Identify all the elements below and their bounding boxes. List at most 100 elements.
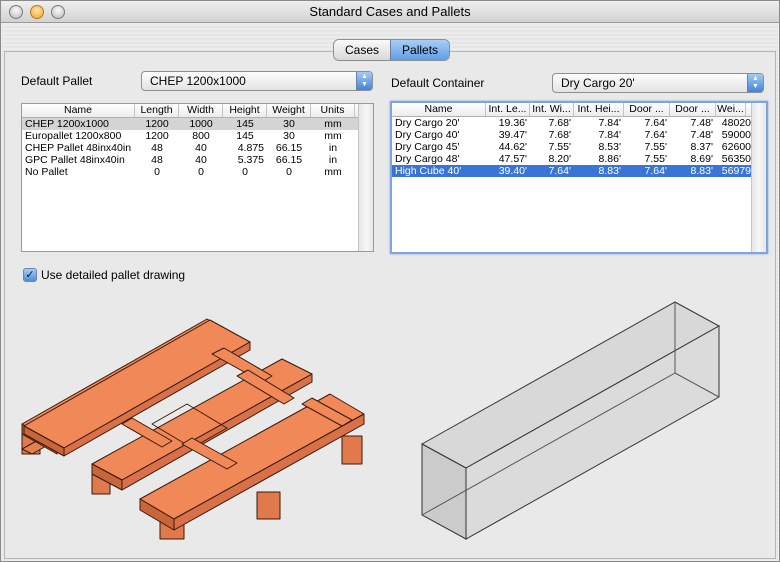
cell-height: 0 (242, 166, 248, 178)
app-window: Standard Cases and Pallets Cases Pallets… (0, 0, 780, 562)
cell-name: Dry Cargo 20' (395, 117, 460, 129)
pallet-table[interactable]: Name Length Width Height Weight Units CH… (21, 103, 374, 252)
container-table-scrollbar[interactable] (751, 103, 766, 252)
default-pallet-popup[interactable]: CHEP 1200x1000 ▲ ▼ (141, 71, 373, 91)
default-container-popup[interactable]: Dry Cargo 20' ▲ ▼ (552, 73, 764, 93)
cell-name: CHEP Pallet 48inx40in (25, 142, 132, 154)
container-drawing (420, 301, 721, 540)
window-body: Cases Pallets Default Pallet CHEP 1200x1… (2, 24, 778, 561)
cell-int-height: 7.84' (598, 129, 621, 141)
popup-arrows-icon: ▲ ▼ (747, 74, 763, 92)
cell-int-length: 44.62' (498, 141, 527, 153)
cell-door-width: 7.64' (644, 129, 667, 141)
cell-length: 1200 (145, 118, 169, 130)
title-bar: Standard Cases and Pallets (1, 1, 779, 23)
zoom-window-button[interactable] (51, 5, 65, 19)
cell-length: 0 (154, 166, 160, 178)
cell-name: Dry Cargo 48' (395, 153, 460, 165)
pallet-col-length[interactable]: Length (135, 104, 179, 117)
cell-door-height: 7.48' (690, 117, 713, 129)
cell-door-width: 7.55' (644, 153, 667, 165)
table-row[interactable]: CHEP 1200x1000 1200 1000 145 30 mm (22, 118, 373, 130)
close-window-button[interactable] (9, 5, 23, 19)
container-col-weight[interactable]: Wei... (716, 103, 746, 116)
cell-int-width: 7.64' (548, 165, 571, 177)
container-col-int-length[interactable]: Int. Le... (486, 103, 530, 116)
cell-weight: 66.15 (275, 154, 303, 166)
cell-weight: 48020 (721, 117, 751, 129)
detailed-drawing-label: Use detailed pallet drawing (41, 268, 186, 282)
container-col-door-width[interactable]: Door ... (624, 103, 670, 116)
cell-door-width: 7.55' (644, 141, 667, 153)
cell-name: CHEP 1200x1000 (25, 118, 109, 130)
table-row[interactable]: Dry Cargo 20' 19.36' 7.68' 7.84' 7.64' 7… (392, 117, 766, 129)
cell-int-height: 8.53' (598, 141, 621, 153)
table-row[interactable]: High Cube 40' 39.40' 7.64' 8.83' 7.64' 8… (392, 165, 766, 177)
cell-int-length: 39.47' (498, 129, 527, 141)
checkmark-icon: ✓ (25, 269, 35, 281)
container-col-int-width[interactable]: Int. Wi... (530, 103, 574, 116)
container-col-door-height[interactable]: Door ... (670, 103, 716, 116)
pallet-table-header: Name Length Width Height Weight Units (22, 104, 373, 118)
detailed-drawing-checkbox[interactable]: ✓ (23, 268, 37, 282)
cell-int-width: 8.20' (548, 153, 571, 165)
cell-name: No Pallet (25, 166, 68, 178)
default-pallet-label: Default Pallet (21, 74, 93, 88)
cell-width: 800 (192, 130, 210, 142)
cell-width: 0 (198, 166, 204, 178)
tab-cases[interactable]: Cases (334, 40, 391, 60)
cell-weight: 30 (283, 118, 295, 130)
window-title: Standard Cases and Pallets (309, 4, 471, 19)
pallet-col-units[interactable]: Units (311, 104, 355, 117)
cell-int-height: 7.84' (598, 117, 621, 129)
cell-units: mm (324, 166, 342, 178)
cell-length: 1200 (145, 130, 169, 142)
cell-units: in (328, 142, 338, 154)
table-row[interactable]: Dry Cargo 48' 47.57' 8.20' 8.86' 7.55' 8… (392, 153, 766, 165)
cell-int-width: 7.68' (548, 129, 571, 141)
pallet-drawing (21, 318, 365, 540)
cell-name: Dry Cargo 40' (395, 129, 460, 141)
cell-width: 1000 (189, 118, 213, 130)
table-row[interactable]: Dry Cargo 40' 39.47' 7.68' 7.84' 7.64' 7… (392, 129, 766, 141)
table-row[interactable]: CHEP Pallet 48inx40in 48 40 4.875 66.15 … (22, 142, 373, 154)
cell-weight: 66.15 (275, 142, 303, 154)
pallet-col-height[interactable]: Height (223, 104, 267, 117)
cell-units: mm (324, 130, 342, 142)
cell-int-length: 39.40' (498, 165, 527, 177)
cell-length: 48 (151, 154, 163, 166)
container-col-name[interactable]: Name (392, 103, 486, 116)
pallet-col-weight[interactable]: Weight (267, 104, 311, 117)
table-row[interactable]: No Pallet 0 0 0 0 mm (22, 166, 373, 178)
cell-int-width: 7.55' (548, 141, 571, 153)
cell-door-height: 8.83' (690, 165, 713, 177)
table-row[interactable]: Dry Cargo 45' 44.62' 7.55' 8.53' 7.55' 8… (392, 141, 766, 153)
cell-weight: 56350 (721, 153, 751, 165)
pallet-table-scrollbar[interactable] (358, 104, 373, 251)
cell-units: in (328, 154, 338, 166)
cell-weight: 30 (283, 130, 295, 142)
cell-name: GPC Pallet 48inx40in (25, 154, 125, 166)
pallet-col-width[interactable]: Width (179, 104, 223, 117)
cell-name: High Cube 40' (395, 165, 462, 177)
container-table[interactable]: Name Int. Le... Int. Wi... Int. Hei... D… (390, 101, 768, 254)
container-col-int-height[interactable]: Int. Hei... (574, 103, 624, 116)
table-row[interactable]: Europallet 1200x800 1200 800 145 30 mm (22, 130, 373, 142)
default-pallet-value: CHEP 1200x1000 (150, 74, 246, 88)
cell-height: 5.375 (237, 154, 264, 166)
cell-weight: 0 (286, 166, 292, 178)
cell-name: Europallet 1200x800 (25, 130, 122, 142)
cell-width: 40 (195, 154, 207, 166)
cell-name: Dry Cargo 45' (395, 141, 460, 153)
cell-weight: 56979 (721, 165, 751, 177)
cell-int-length: 19.36' (498, 117, 527, 129)
pallet-col-name[interactable]: Name (22, 104, 135, 117)
cell-int-width: 7.68' (548, 117, 571, 129)
tab-pallets[interactable]: Pallets (390, 40, 450, 60)
table-row[interactable]: GPC Pallet 48inx40in 48 40 5.375 66.15 i… (22, 154, 373, 166)
cell-door-height: 8.37' (690, 141, 713, 153)
cell-weight: 62600 (721, 141, 751, 153)
cell-units: mm (324, 118, 342, 130)
minimize-window-button[interactable] (30, 5, 44, 19)
cell-int-height: 8.86' (598, 153, 621, 165)
